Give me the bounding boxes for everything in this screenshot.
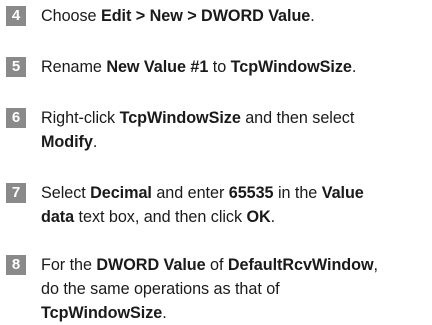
bold-term: OK <box>246 208 271 226</box>
text-run: of <box>205 256 228 274</box>
step-number-badge: 7 <box>6 183 26 203</box>
bold-term: Edit > New > DWORD Value <box>100 7 311 25</box>
bold-term: 65535 <box>228 184 274 202</box>
step-text: For the DWORD Value of DefaultRcvWindow,… <box>41 253 430 325</box>
bold-term: Modify <box>41 133 93 151</box>
step-text: Choose Edit > New > DWORD Value. <box>41 4 430 28</box>
bold-term: Value <box>321 184 364 202</box>
bold-term: TcpWindowSize <box>230 58 352 76</box>
bold-term: New Value #1 <box>106 58 209 76</box>
text-run: Select <box>41 184 91 202</box>
text-run: , <box>373 256 379 274</box>
text-run: do the same operations as that of <box>41 280 280 298</box>
bold-term: data <box>41 208 75 226</box>
bold-term: DWORD Value <box>96 256 206 274</box>
step-text: Right-click TcpWindowSize and then selec… <box>41 106 430 154</box>
text-run: . <box>270 208 276 226</box>
bold-term: Decimal <box>90 184 152 202</box>
step-number-badge: 6 <box>6 108 26 128</box>
step-number-badge: 5 <box>6 57 26 77</box>
instruction-steps: 4 Choose Edit > New > DWORD Value. 5 Ren… <box>0 0 432 322</box>
text-run: in the <box>273 184 322 202</box>
text-run: to <box>208 58 231 76</box>
step-number-badge: 4 <box>6 6 26 26</box>
step-text: Select Decimal and enter 65535 in the Va… <box>41 181 430 229</box>
step-text: Rename New Value #1 to TcpWindowSize. <box>41 55 430 79</box>
text-run: . <box>162 304 167 322</box>
bold-term: TcpWindowSize <box>119 109 241 127</box>
bold-term: DefaultRcvWindow <box>227 256 374 274</box>
text-run: For the <box>41 256 97 274</box>
text-run: . <box>92 133 98 151</box>
bold-term: TcpWindowSize <box>41 304 163 322</box>
text-run: Choose <box>41 7 101 25</box>
text-run: and then select <box>240 109 355 127</box>
text-run: Rename <box>41 58 107 76</box>
text-run: text box, and then click <box>74 208 247 226</box>
step-number-badge: 8 <box>6 255 26 275</box>
text-run: Right-click <box>41 109 120 127</box>
text-run: . <box>310 7 315 25</box>
text-run: and enter <box>151 184 229 202</box>
text-run: . <box>351 58 357 76</box>
